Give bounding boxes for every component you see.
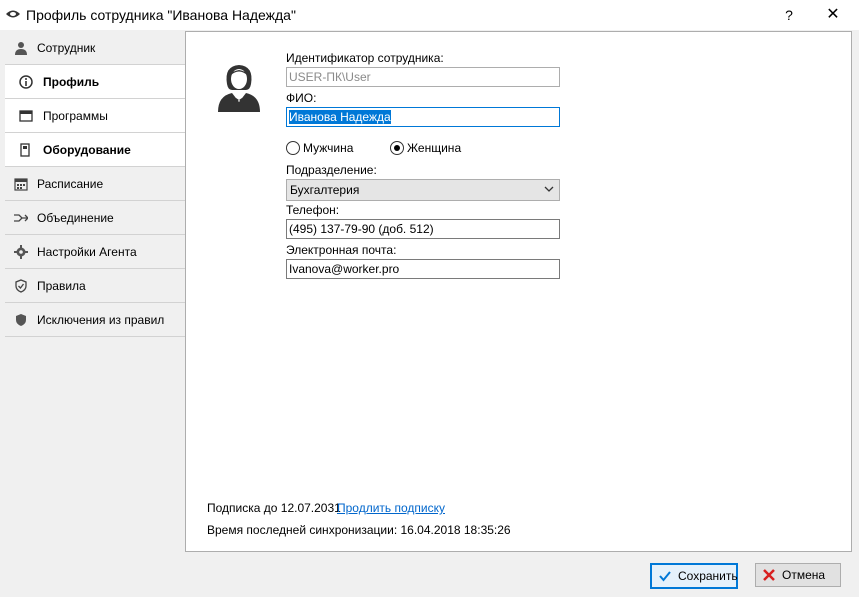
sidebar-item-rules[interactable]: Правила — [5, 269, 185, 303]
sidebar-item-profile[interactable]: Профиль — [5, 65, 185, 99]
phone-field[interactable]: (495) 137-79-90 (доб. 512) — [286, 219, 560, 239]
renew-subscription-link[interactable]: Продлить подписку — [337, 501, 445, 515]
window-title: Профиль сотрудника "Иванова Надежда" — [26, 7, 296, 23]
device-icon — [20, 143, 30, 157]
phone-label: Телефон: — [286, 203, 340, 217]
radio-circle — [286, 141, 300, 155]
calendar-icon — [14, 178, 28, 191]
close-window-button[interactable]: ✕ — [816, 2, 850, 28]
cancel-button-label: Отмена — [782, 568, 826, 582]
full-name-field[interactable]: Иванова Надежда — [286, 107, 560, 127]
person-icon — [15, 42, 27, 55]
email-label: Электронная почта: — [286, 243, 397, 257]
sidebar-item-label: Сотрудник — [37, 41, 96, 55]
cancel-button[interactable]: Отмена — [755, 563, 841, 587]
sidebar-item-merge[interactable]: Объединение — [5, 201, 185, 235]
email-field[interactable]: Ivanova@worker.pro — [286, 259, 560, 279]
sidebar-item-agent-settings[interactable]: Настройки Агента — [5, 235, 185, 269]
radio-dot — [394, 145, 400, 151]
window-icon — [19, 110, 33, 122]
full-name-selected-text: Иванова Надежда — [289, 110, 391, 124]
title-bar: Профиль сотрудника "Иванова Надежда" ? ✕ — [0, 0, 859, 30]
subscription-text: Подписка до 12.07.2031 — [207, 501, 341, 515]
save-button[interactable]: Сохранить — [650, 563, 738, 589]
department-value: Бухгалтерия — [290, 183, 360, 197]
employee-id-field: USER-ПК\User — [286, 67, 560, 87]
sidebar-item-label: Расписание — [37, 177, 104, 191]
shield-icon — [16, 314, 26, 326]
sidebar-item-rule-exceptions[interactable]: Исключения из правил — [5, 303, 185, 337]
info-icon — [19, 75, 33, 89]
gear-icon — [14, 245, 28, 259]
female-avatar-icon — [218, 65, 260, 112]
chevron-down-icon — [544, 186, 554, 192]
full-name-label: ФИО: — [286, 91, 317, 105]
sidebar-item-label: Настройки Агента — [37, 245, 137, 259]
app-logo-icon — [6, 10, 20, 18]
radio-circle — [390, 141, 404, 155]
department-select[interactable]: Бухгалтерия — [286, 179, 560, 201]
employee-id-label: Идентификатор сотрудника: — [286, 51, 444, 65]
gender-female-label: Женщина — [407, 141, 462, 155]
merge-icon — [14, 214, 28, 222]
sidebar-item-label: Правила — [37, 279, 86, 293]
close-x-icon — [763, 569, 775, 581]
last-sync-text: Время последней синхронизации: 16.04.201… — [207, 523, 511, 537]
sidebar-item-label: Оборудование — [43, 143, 131, 157]
save-button-label: Сохранить — [678, 569, 738, 583]
profile-panel: Идентификатор сотрудника: USER-ПК\User Ф… — [185, 31, 852, 552]
sidebar-item-label: Программы — [43, 109, 108, 123]
checkmark-icon — [659, 571, 671, 582]
sidebar-item-employee[interactable]: Сотрудник — [5, 31, 185, 65]
sidebar-item-hardware[interactable]: Оборудование — [5, 133, 185, 167]
help-button[interactable]: ? — [772, 2, 806, 28]
sidebar-item-label: Объединение — [37, 211, 114, 225]
shield-check-icon — [15, 279, 27, 293]
sidebar-item-schedule[interactable]: Расписание — [5, 167, 185, 201]
sidebar-item-label: Профиль — [43, 75, 100, 89]
sidebar: Сотрудник Профиль Программы Оборудование… — [5, 31, 186, 337]
department-label: Подразделение: — [286, 163, 377, 177]
sidebar-item-label: Исключения из правил — [37, 313, 165, 327]
gender-male-label: Мужчина — [303, 141, 354, 155]
sidebar-item-programs[interactable]: Программы — [5, 99, 185, 133]
